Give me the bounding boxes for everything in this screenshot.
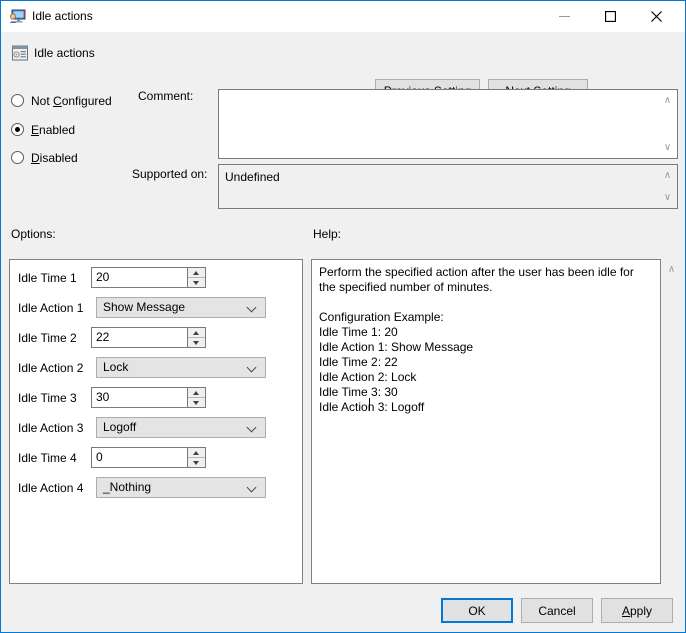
option-label: Idle Action 3 [18, 421, 83, 435]
spinner-up-icon[interactable] [188, 388, 205, 397]
ok-button[interactable]: OK [441, 598, 513, 623]
radio-enabled[interactable]: Enabled [11, 121, 75, 138]
policy-setting-icon [11, 44, 29, 62]
option-label: Idle Time 3 [18, 391, 77, 405]
spinner-buttons [187, 448, 205, 467]
radio-disabled[interactable]: Disabled [11, 149, 78, 166]
option-row: Idle Action 2 Lock [10, 357, 302, 381]
dropdown-select[interactable]: Lock [96, 357, 266, 378]
text-caret [369, 398, 370, 411]
chevron-down-icon[interactable] [248, 424, 257, 433]
dropdown-value: _Nothing [103, 480, 151, 494]
option-row: Idle Time 3 30 [10, 387, 302, 411]
title-bar: Idle actions [1, 1, 686, 32]
dropdown-select[interactable]: Show Message [96, 297, 266, 318]
setting-title: Idle actions [34, 45, 95, 61]
dropdown-select[interactable]: Logoff [96, 417, 266, 438]
dropdown-value: Show Message [103, 300, 185, 314]
window-title: Idle actions [32, 8, 93, 24]
close-button[interactable] [633, 1, 679, 31]
radio-not-configured-mark [11, 94, 24, 107]
supported-scroll-down-icon[interactable]: ∨ [660, 190, 675, 205]
spinner-value: 22 [96, 330, 109, 344]
idle-actions-dialog: Idle actions [0, 0, 686, 633]
spinner-buttons [187, 268, 205, 287]
radio-disabled-label: Disabled [31, 151, 78, 165]
option-row: Idle Action 3 Logoff [10, 417, 302, 441]
radio-enabled-label: Enabled [31, 123, 75, 137]
option-label: Idle Action 2 [18, 361, 83, 375]
supported-on-field: Undefined ∧ ∨ [218, 164, 678, 209]
spinner-down-icon[interactable] [188, 457, 205, 467]
comment-scroll-up-icon[interactable]: ∧ [660, 93, 675, 108]
radio-not-configured[interactable]: Not Configured [11, 92, 112, 109]
spinner-buttons [187, 388, 205, 407]
comment-label: Comment: [138, 89, 193, 103]
apply-accel: A [622, 604, 630, 618]
chevron-down-icon[interactable] [248, 484, 257, 493]
spinner-value: 0 [96, 450, 103, 464]
maximize-icon [605, 11, 616, 22]
spinner-value: 20 [96, 270, 109, 284]
help-label: Help: [313, 227, 341, 241]
spinner-input[interactable]: 30 [91, 387, 206, 408]
comment-input[interactable]: ∧ ∨ [218, 89, 678, 159]
spinner-up-icon[interactable] [188, 328, 205, 337]
chevron-down-icon[interactable] [248, 304, 257, 313]
options-panel: Idle Time 120Idle Action 1Show MessageId… [9, 259, 303, 584]
spinner-input[interactable]: 0 [91, 447, 206, 468]
radio-disabled-mark [11, 151, 24, 164]
supported-scroll-up-icon[interactable]: ∧ [660, 168, 675, 183]
spinner-up-icon[interactable] [188, 448, 205, 457]
help-panel: Perform the specified action after the u… [311, 259, 661, 584]
option-label: Idle Action 4 [18, 481, 83, 495]
spinner-input[interactable]: 20 [91, 267, 206, 288]
help-text: Perform the specified action after the u… [319, 265, 653, 415]
options-label: Options: [11, 227, 56, 241]
option-label: Idle Action 1 [18, 301, 83, 315]
supported-on-value: Undefined [225, 170, 280, 184]
minimize-button[interactable] [541, 1, 587, 31]
spinner-input[interactable]: 22 [91, 327, 206, 348]
radio-not-configured-label: Not Configured [31, 94, 112, 108]
dropdown-value: Logoff [103, 420, 136, 434]
spinner-down-icon[interactable] [188, 397, 205, 407]
spinner-buttons [187, 328, 205, 347]
close-icon [651, 11, 662, 22]
option-label: Idle Time 4 [18, 451, 77, 465]
spinner-down-icon[interactable] [188, 277, 205, 287]
option-row: Idle Time 4 0 [10, 447, 302, 471]
option-label: Idle Time 2 [18, 331, 77, 345]
dropdown-select[interactable]: _Nothing [96, 477, 266, 498]
comment-scroll-down-icon[interactable]: ∨ [660, 140, 675, 155]
spinner-down-icon[interactable] [188, 337, 205, 347]
option-row: Idle Time 2 22 [10, 327, 302, 351]
apply-label: pply [630, 604, 652, 618]
supported-on-label: Supported on: [132, 167, 207, 181]
chevron-down-icon[interactable] [248, 364, 257, 373]
option-label: Idle Time 1 [18, 271, 77, 285]
option-row: Idle Time 1 20 [10, 267, 302, 291]
spinner-up-icon[interactable] [188, 268, 205, 277]
apply-button[interactable]: Apply [601, 598, 673, 623]
maximize-button[interactable] [587, 1, 633, 31]
radio-enabled-mark [11, 123, 24, 136]
dropdown-value: Lock [103, 360, 128, 374]
minimize-icon [559, 11, 570, 22]
spinner-value: 30 [96, 390, 109, 404]
cancel-button[interactable]: Cancel [521, 598, 593, 623]
help-scroll-up-icon[interactable]: ∧ [664, 262, 679, 277]
option-row: Idle Action 1 Show Message [10, 297, 302, 321]
setting-header: Idle actions Previous Setting Next Setti… [2, 32, 686, 77]
option-row: Idle Action 4 _Nothing [10, 477, 302, 501]
computer-user-monitor-icon [9, 8, 26, 25]
